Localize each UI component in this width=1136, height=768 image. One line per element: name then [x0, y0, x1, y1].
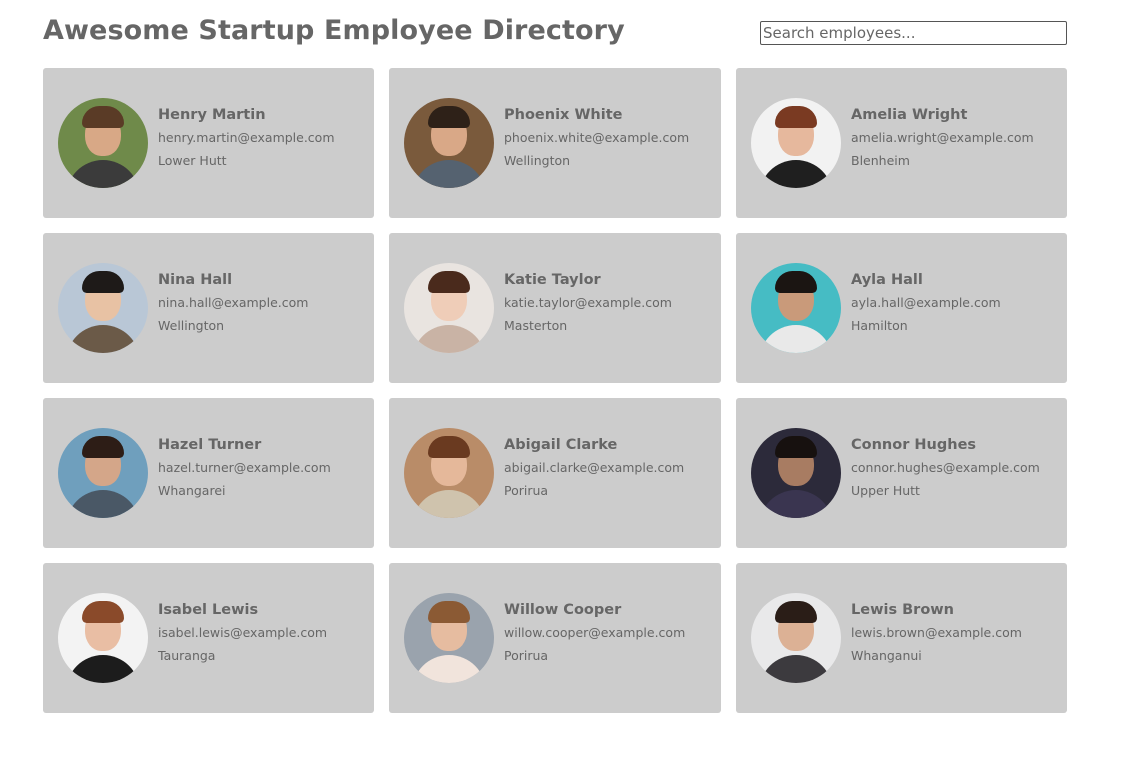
employee-city: Whanganui: [851, 648, 922, 663]
avatar: [58, 593, 148, 683]
directory-page: Awesome Startup Employee Directory Henry…: [0, 0, 1136, 768]
avatar: [58, 98, 148, 188]
employee-email: katie.taylor@example.com: [504, 295, 672, 310]
avatar: [404, 428, 494, 518]
employee-card[interactable]: Isabel Lewis isabel.lewis@example.com Taur…: [43, 563, 374, 713]
employee-city: Blenheim: [851, 153, 910, 168]
employee-card[interactable]: Ayla Hall ayla.hall@example.com Hamilton: [736, 233, 1067, 383]
employee-email: lewis.brown@example.com: [851, 625, 1022, 640]
employee-card[interactable]: Nina Hall nina.hall@example.com Wellington: [43, 233, 374, 383]
avatar: [58, 263, 148, 353]
employee-info: Willow Cooper willow.cooper@example.com Po…: [504, 601, 685, 669]
header: Awesome Startup Employee Directory: [43, 12, 1067, 56]
avatar: [751, 593, 841, 683]
employee-grid: Henry Martin henry.martin@example.com Lowe…: [43, 68, 1067, 713]
avatar: [404, 593, 494, 683]
employee-info: Isabel Lewis isabel.lewis@example.com Taur…: [158, 601, 327, 669]
employee-name: Abigail Clarke: [504, 437, 618, 453]
avatar: [751, 428, 841, 518]
employee-name: Amelia Wright: [851, 107, 968, 123]
employee-name: Phoenix White: [504, 107, 623, 123]
employee-card[interactable]: Hazel Turner hazel.turner@example.com Whan…: [43, 398, 374, 548]
employee-info: Katie Taylor katie.taylor@example.com Mast…: [504, 271, 672, 339]
employee-city: Porirua: [504, 483, 549, 498]
employee-info: Abigail Clarke abigail.clarke@example.com…: [504, 436, 684, 504]
employee-city: Tauranga: [158, 648, 216, 663]
employee-info: Nina Hall nina.hall@example.com Wellington: [158, 271, 308, 339]
employee-info: Hazel Turner hazel.turner@example.com Whan…: [158, 436, 331, 504]
employee-card[interactable]: Connor Hughes connor.hughes@example.com Up…: [736, 398, 1067, 548]
employee-name: Hazel Turner: [158, 437, 262, 453]
avatar: [751, 98, 841, 188]
search-input[interactable]: [760, 21, 1067, 45]
employee-name: Isabel Lewis: [158, 602, 259, 618]
employee-email: amelia.wright@example.com: [851, 130, 1034, 145]
employee-card[interactable]: Phoenix White phoenix.white@example.com We…: [389, 68, 721, 218]
employee-card[interactable]: Amelia Wright amelia.wright@example.com Bl…: [736, 68, 1067, 218]
employee-name: Willow Cooper: [504, 602, 622, 618]
employee-info: Lewis Brown lewis.brown@example.com Whanga…: [851, 601, 1022, 669]
employee-info: Ayla Hall ayla.hall@example.com Hamilton: [851, 271, 1001, 339]
employee-city: Wellington: [158, 318, 225, 333]
page-title: Awesome Startup Employee Directory: [43, 15, 625, 46]
avatar: [58, 428, 148, 518]
employee-city: Whangarei: [158, 483, 226, 498]
avatar: [404, 263, 494, 353]
employee-city: Porirua: [504, 648, 549, 663]
employee-city: Lower Hutt: [158, 153, 227, 168]
employee-city: Upper Hutt: [851, 483, 920, 498]
employee-email: nina.hall@example.com: [158, 295, 309, 310]
employee-name: Nina Hall: [158, 272, 233, 288]
employee-email: ayla.hall@example.com: [851, 295, 1001, 310]
employee-name: Katie Taylor: [504, 272, 601, 288]
employee-city: Masterton: [504, 318, 568, 333]
employee-info: Phoenix White phoenix.white@example.com We…: [504, 106, 689, 174]
employee-name: Henry Martin: [158, 107, 266, 123]
employee-card[interactable]: Katie Taylor katie.taylor@example.com Mast…: [389, 233, 721, 383]
employee-email: hazel.turner@example.com: [158, 460, 331, 475]
employee-city: Hamilton: [851, 318, 908, 333]
employee-info: Amelia Wright amelia.wright@example.com Bl…: [851, 106, 1034, 174]
avatar: [751, 263, 841, 353]
employee-card[interactable]: Willow Cooper willow.cooper@example.com Po…: [389, 563, 721, 713]
employee-card[interactable]: Abigail Clarke abigail.clarke@example.com…: [389, 398, 721, 548]
employee-name: Ayla Hall: [851, 272, 923, 288]
employee-email: phoenix.white@example.com: [504, 130, 690, 145]
employee-name: Lewis Brown: [851, 602, 955, 618]
avatar: [404, 98, 494, 188]
employee-card[interactable]: Henry Martin henry.martin@example.com Lowe…: [43, 68, 374, 218]
employee-email: willow.cooper@example.com: [504, 625, 686, 640]
employee-card[interactable]: Lewis Brown lewis.brown@example.com Whanga…: [736, 563, 1067, 713]
employee-name: Connor Hughes: [851, 437, 977, 453]
employee-email: henry.martin@example.com: [158, 130, 335, 145]
employee-email: connor.hughes@example.com: [851, 460, 1040, 475]
employee-email: abigail.clarke@example.com: [504, 460, 685, 475]
employee-info: Connor Hughes connor.hughes@example.com Up…: [851, 436, 1040, 504]
employee-email: isabel.lewis@example.com: [158, 625, 328, 640]
employee-info: Henry Martin henry.martin@example.com Lowe…: [158, 106, 335, 174]
employee-city: Wellington: [504, 153, 571, 168]
